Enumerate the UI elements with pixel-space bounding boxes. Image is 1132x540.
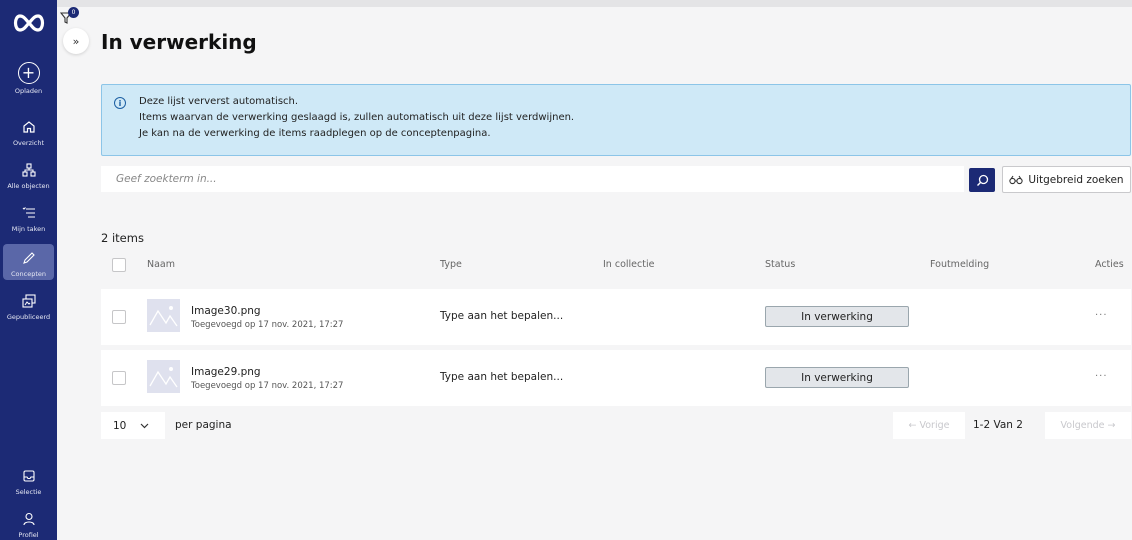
sidebar-item-label: Opladen xyxy=(14,87,43,95)
sidebar-item-selectie[interactable]: Selectie xyxy=(3,466,54,498)
page-title: In verwerking xyxy=(101,30,257,54)
binoculars-icon xyxy=(1009,175,1024,184)
status-badge: In verwerking xyxy=(765,306,909,327)
image-placeholder-icon xyxy=(147,360,180,393)
info-line: Deze lijst ververst automatisch. xyxy=(139,96,299,107)
column-header-actions: Acties xyxy=(1095,259,1124,270)
sidebar-item-label: Selectie xyxy=(15,488,42,496)
file-name[interactable]: Image29.png xyxy=(191,366,261,378)
sidebar-item-gepubliceerd[interactable]: Gepubliceerd xyxy=(3,291,54,323)
sidebar-item-label: Mijn taken xyxy=(11,225,46,233)
app-logo-icon[interactable] xyxy=(12,8,46,38)
inbox-icon xyxy=(22,466,36,486)
info-banner: i Deze lijst ververst automatisch. Items… xyxy=(101,84,1131,156)
pencil-icon xyxy=(22,248,36,268)
upload-plus-icon: + xyxy=(17,62,40,84)
select-all-checkbox[interactable] xyxy=(112,258,126,272)
info-line: Items waarvan de verwerking geslaagd is,… xyxy=(139,112,575,123)
pagination: 10 per pagina ← Vorige 1-2 Van 2 Volgend… xyxy=(101,412,1131,439)
sidebar-item-label: Gepubliceerd xyxy=(6,313,51,321)
file-type: Type aan het bepalen... xyxy=(440,371,564,383)
filter-count-badge: 0 xyxy=(68,7,79,18)
advanced-search-button[interactable]: Uitgebreid zoeken xyxy=(1002,166,1131,193)
per-page-label: per pagina xyxy=(175,419,232,431)
sidebar-item-label: Profiel xyxy=(18,531,39,539)
search-icon xyxy=(976,174,988,186)
sidebar-item-label: Alle objecten xyxy=(7,182,50,190)
top-strip xyxy=(57,0,1132,7)
double-chevron-right-icon: » xyxy=(72,34,80,48)
table-row[interactable]: Image29.png Toegevoegd op 17 nov. 2021, … xyxy=(101,350,1131,406)
info-icon: i xyxy=(114,97,126,109)
column-header-status[interactable]: Status xyxy=(765,259,795,270)
next-page-button[interactable]: Volgende → xyxy=(1045,412,1131,439)
page-info: 1-2 Van 2 xyxy=(973,419,1023,431)
sidebar-item-opladen[interactable]: + Opladen xyxy=(3,61,54,101)
status-badge: In verwerking xyxy=(765,367,909,388)
column-header-name[interactable]: Naam xyxy=(147,259,175,270)
sidebar-item-label: Overzicht xyxy=(12,139,45,147)
expand-sidebar-button[interactable]: » xyxy=(63,28,89,54)
column-header-error[interactable]: Foutmelding xyxy=(930,259,989,270)
advanced-search-label: Uitgebreid zoeken xyxy=(1028,173,1124,186)
info-line: Je kan na de verwerking de items raadple… xyxy=(139,128,491,139)
row-checkbox[interactable] xyxy=(112,371,126,385)
image-placeholder-icon xyxy=(147,299,180,332)
file-added-date: Toegevoegd op 17 nov. 2021, 17:27 xyxy=(191,381,344,391)
sidebar-item-overzicht[interactable]: Overzicht xyxy=(3,117,54,149)
per-page-value: 10 xyxy=(113,419,127,432)
sidebar-item-mijn-taken[interactable]: Mijn taken xyxy=(3,203,54,235)
file-name[interactable]: Image30.png xyxy=(191,305,261,317)
sidebar-item-label: Concepten xyxy=(10,270,46,278)
sidebar: + Opladen Overzicht Alle objecten Mijn t… xyxy=(0,0,57,540)
search-button[interactable] xyxy=(969,168,995,192)
column-header-collection[interactable]: In collectie xyxy=(603,259,654,270)
sidebar-item-alle-objecten[interactable]: Alle objecten xyxy=(3,160,54,192)
file-type: Type aan het bepalen... xyxy=(440,310,564,322)
column-header-type[interactable]: Type xyxy=(440,259,462,270)
user-icon xyxy=(22,509,36,529)
row-actions-menu[interactable]: ... xyxy=(1095,368,1108,379)
row-actions-menu[interactable]: ... xyxy=(1095,307,1108,318)
task-list-icon xyxy=(22,203,36,223)
sidebar-item-concepten[interactable]: Concepten xyxy=(3,244,54,280)
hierarchy-icon xyxy=(21,160,36,180)
chevron-down-icon xyxy=(140,423,149,428)
file-added-date: Toegevoegd op 17 nov. 2021, 17:27 xyxy=(191,320,344,330)
search-input[interactable] xyxy=(101,166,964,192)
per-page-select[interactable]: 10 xyxy=(101,412,165,439)
home-icon xyxy=(22,117,36,137)
table-row[interactable]: Image30.png Toegevoegd op 17 nov. 2021, … xyxy=(101,289,1131,345)
row-checkbox[interactable] xyxy=(112,310,126,324)
published-icon xyxy=(21,291,36,311)
previous-page-button[interactable]: ← Vorige xyxy=(893,412,965,439)
items-count: 2 items xyxy=(101,231,144,245)
sidebar-item-profiel[interactable]: Profiel xyxy=(3,509,54,539)
